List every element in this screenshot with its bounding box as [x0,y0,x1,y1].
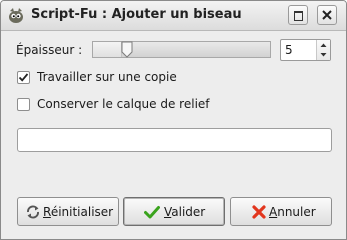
keep-bump-layer-label[interactable]: Conserver le calque de relief [37,97,210,111]
progress-entry [17,128,332,152]
thickness-slider[interactable] [92,41,271,58]
validate-button[interactable]: Valider [123,197,225,226]
keep-bump-layer-checkbox[interactable] [17,98,30,111]
thickness-label: Épaisseur : [16,43,83,57]
work-on-copy-label[interactable]: Travailler sur une copie [37,70,177,84]
chevron-down-icon[interactable] [317,50,330,60]
close-button[interactable] [317,5,337,25]
checkmark-icon [18,73,29,82]
work-on-copy-checkbox[interactable] [17,71,30,84]
cancel-button[interactable]: Annuler [230,197,332,226]
cancel-x-icon [252,205,266,219]
reset-icon [27,205,39,219]
maximize-button[interactable] [288,5,308,25]
checkmark-icon [144,206,160,219]
maximize-icon [294,11,303,21]
title-bar[interactable]: Script-Fu : Ajouter un biseau [1,1,346,31]
validate-label: Valider [164,205,206,219]
reset-button[interactable]: Réinitialiser [17,197,119,226]
thickness-value[interactable]: 5 [285,43,293,57]
slider-handle[interactable] [121,41,133,58]
reset-label: Réinitialiser [43,205,114,219]
thickness-slider-fill [93,42,122,57]
cancel-label: Annuler [269,205,316,219]
gimp-wilber-icon [9,8,23,23]
spin-arrows [316,40,330,60]
thickness-spinbutton[interactable]: 5 [280,39,331,61]
close-icon [322,10,332,20]
chevron-up-icon[interactable] [317,40,330,50]
dialog-window: Script-Fu : Ajouter un biseau Épaisseur … [0,0,347,240]
window-title: Script-Fu : Ajouter un biseau [31,7,242,22]
